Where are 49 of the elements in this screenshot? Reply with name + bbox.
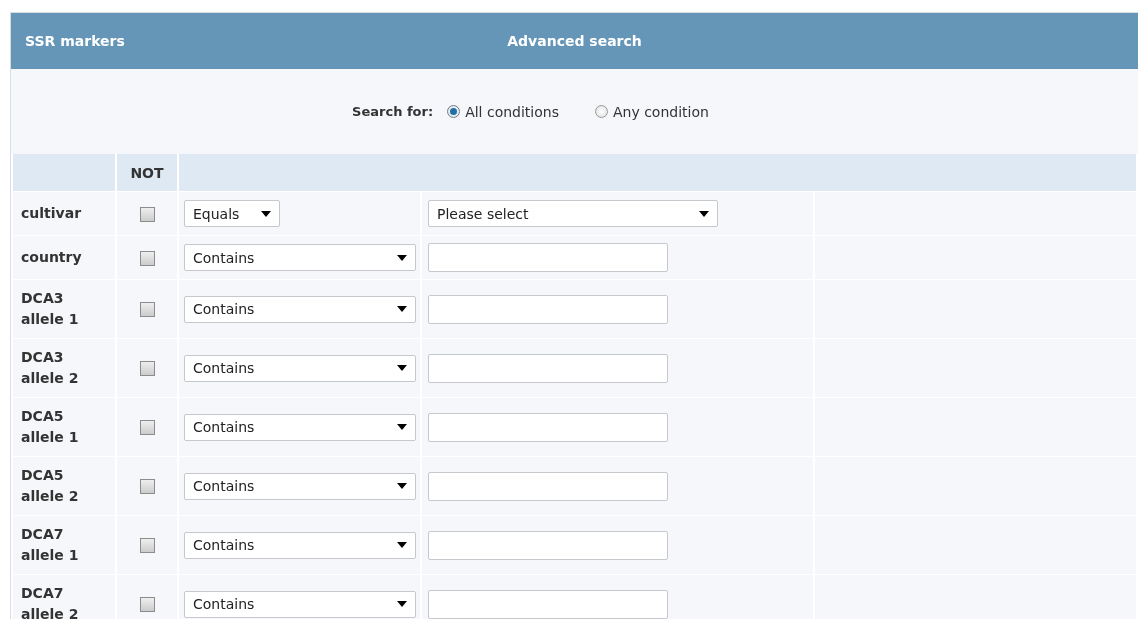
caret-icon — [699, 210, 709, 217]
radio-button[interactable] — [447, 105, 461, 118]
caret-icon — [397, 306, 407, 312]
operator-dropdown[interactable]: Equals — [184, 200, 280, 227]
search-for-label: Search for: — [352, 104, 434, 119]
not-checkbox[interactable] — [139, 538, 155, 553]
value-input[interactable] — [428, 294, 668, 324]
caret-icon — [397, 542, 407, 548]
operator-dropdown[interactable]: Contains — [184, 244, 416, 271]
value-input[interactable] — [428, 353, 668, 383]
radio-label[interactable]: All conditions — [465, 103, 559, 120]
not-checkbox[interactable] — [139, 420, 155, 435]
value-dropdown[interactable]: Please select — [428, 200, 718, 227]
not-checkbox[interactable] — [139, 206, 155, 222]
field-label: DCA3 allele 2 — [12, 338, 116, 398]
caret-icon — [397, 365, 407, 371]
field-label: cultivar — [12, 191, 116, 236]
field-label: DCA5 allele 1 — [12, 397, 116, 457]
panel-heading: Advanced search — [507, 33, 642, 49]
field-label: DCA7 allele 2 — [12, 574, 116, 619]
operator-dropdown[interactable]: Contains — [184, 590, 416, 618]
radio-button[interactable] — [595, 105, 608, 118]
value-input[interactable] — [428, 412, 668, 442]
field-label: country — [12, 235, 116, 280]
field-label: DCA5 allele 2 — [12, 456, 116, 516]
value-input[interactable] — [428, 530, 668, 560]
value-input[interactable] — [428, 471, 668, 501]
caret-icon — [397, 601, 407, 607]
value-input[interactable] — [428, 589, 668, 619]
not-checkbox[interactable] — [139, 479, 155, 494]
caret-icon — [397, 424, 407, 430]
not-checkbox[interactable] — [139, 302, 155, 317]
radio-label[interactable]: Any condition — [613, 103, 709, 120]
caret-icon — [397, 483, 407, 489]
operator-dropdown[interactable]: Contains — [184, 354, 416, 382]
operator-dropdown[interactable]: Contains — [184, 413, 416, 441]
caret-icon — [397, 254, 407, 261]
not-checkbox[interactable] — [139, 250, 155, 266]
operator-dropdown[interactable]: Contains — [184, 531, 416, 559]
caret-icon — [261, 210, 271, 217]
operator-dropdown[interactable]: Contains — [184, 295, 416, 323]
column-header: NOT — [116, 154, 178, 192]
value-input[interactable] — [428, 243, 668, 272]
not-checkbox[interactable] — [139, 597, 155, 612]
field-label: DCA7 allele 1 — [12, 515, 116, 575]
panel-title: SSR markers — [24, 33, 126, 49]
field-label: DCA3 allele 1 — [12, 279, 116, 339]
not-checkbox[interactable] — [139, 361, 155, 376]
operator-dropdown[interactable]: Contains — [184, 472, 416, 500]
